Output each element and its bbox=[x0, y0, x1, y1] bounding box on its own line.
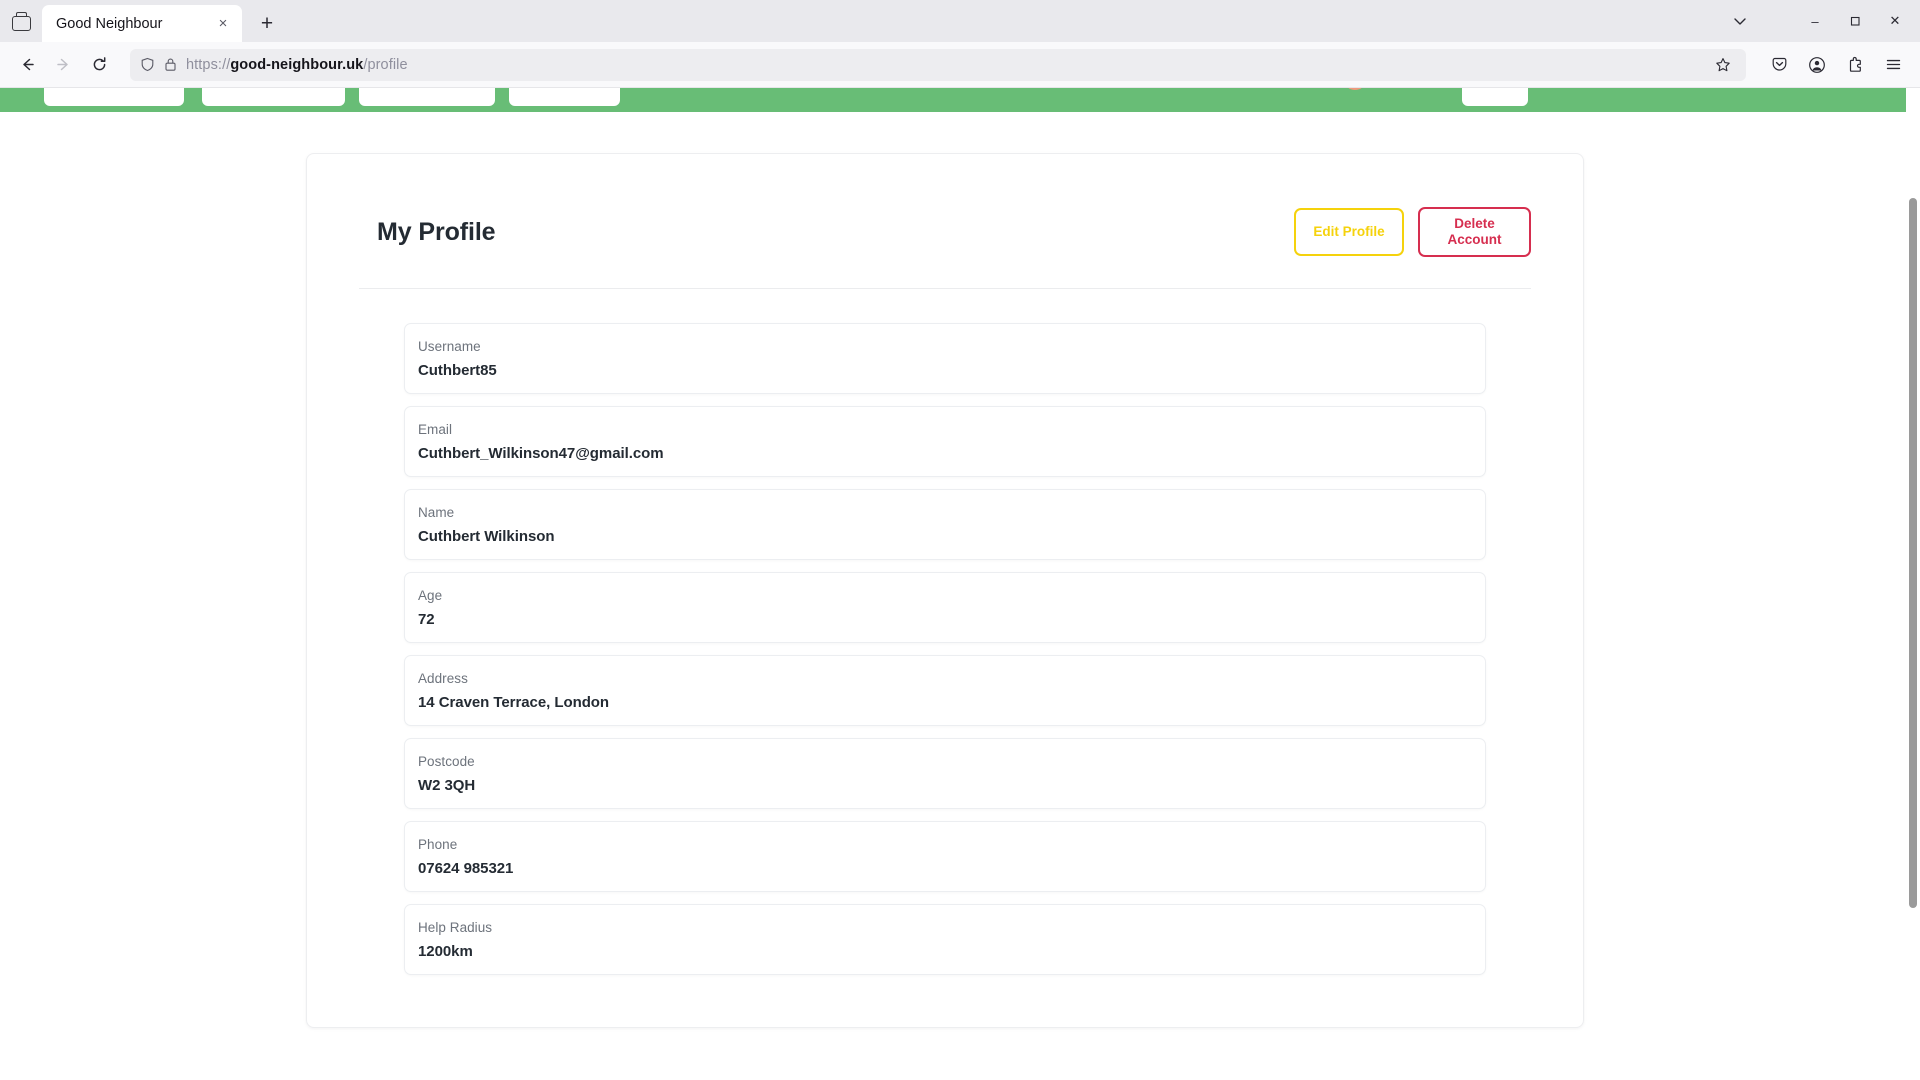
firefox-view-button[interactable] bbox=[0, 0, 42, 42]
field-value: W2 3QH bbox=[418, 777, 476, 794]
browser-window: Good Neighbour × + – ✕ https://good-neig… bbox=[0, 0, 1920, 1080]
tab-title: Good Neighbour bbox=[56, 15, 163, 32]
extensions-icon[interactable] bbox=[1838, 48, 1872, 82]
nav-button-2[interactable] bbox=[202, 88, 345, 106]
nav-button-4[interactable] bbox=[509, 88, 620, 106]
hamburger-menu-icon[interactable] bbox=[1876, 48, 1910, 82]
address-bar[interactable]: https://good-neighbour.uk/profile bbox=[130, 48, 1746, 81]
field-phone: Phone 07624 985321 bbox=[404, 821, 1486, 892]
new-tab-button[interactable]: + bbox=[250, 6, 284, 40]
field-label: Email bbox=[418, 422, 453, 437]
field-label: Name bbox=[418, 505, 455, 520]
field-age: Age 72 bbox=[404, 572, 1486, 643]
back-arrow-icon[interactable] bbox=[10, 48, 44, 82]
reload-icon[interactable] bbox=[82, 48, 116, 82]
url-host: good-neighbour.uk bbox=[230, 56, 364, 73]
field-email: Email Cuthbert_Wilkinson47@gmail.com bbox=[404, 406, 1486, 477]
pocket-icon[interactable] bbox=[1762, 48, 1796, 82]
field-label: Phone bbox=[418, 837, 458, 852]
field-label: Address bbox=[418, 671, 468, 686]
page-title: My Profile bbox=[377, 217, 496, 246]
edit-profile-button[interactable]: Edit Profile bbox=[1294, 208, 1404, 256]
field-value: 72 bbox=[418, 611, 435, 628]
profile-fields: Username Cuthbert85 Email Cuthbert_Wilki… bbox=[357, 323, 1533, 975]
scrollbar-thumb[interactable] bbox=[1909, 198, 1917, 908]
tab-strip: Good Neighbour × + – ✕ bbox=[0, 0, 1920, 42]
profile-card-header: My Profile Edit Profile Delete Account bbox=[357, 207, 1533, 257]
forward-arrow-icon[interactable] bbox=[46, 48, 80, 82]
field-value: Cuthbert85 bbox=[418, 362, 497, 379]
star-icon[interactable] bbox=[1710, 52, 1736, 78]
url-text[interactable]: https://good-neighbour.uk/profile bbox=[186, 57, 1701, 73]
nav-button-1[interactable] bbox=[44, 88, 184, 106]
avatar[interactable] bbox=[1343, 88, 1367, 90]
field-help-radius: Help Radius 1200km bbox=[404, 904, 1486, 975]
page-viewport: My Profile Edit Profile Delete Account U… bbox=[0, 88, 1920, 1080]
shield-icon[interactable] bbox=[140, 57, 155, 72]
chevron-down-icon[interactable] bbox=[1720, 6, 1760, 36]
toolbar-end-buttons bbox=[1762, 48, 1910, 82]
maximize-button[interactable] bbox=[1836, 6, 1874, 36]
firefox-view-icon bbox=[11, 11, 31, 31]
field-address: Address 14 Craven Terrace, London bbox=[404, 655, 1486, 726]
field-postcode: Postcode W2 3QH bbox=[404, 738, 1486, 809]
close-icon[interactable]: × bbox=[212, 13, 234, 35]
padlock-icon bbox=[164, 57, 177, 72]
header-divider bbox=[359, 288, 1531, 289]
field-label: Postcode bbox=[418, 754, 475, 769]
field-value: Cuthbert Wilkinson bbox=[418, 528, 555, 545]
account-icon[interactable] bbox=[1800, 48, 1834, 82]
profile-actions: Edit Profile Delete Account bbox=[1294, 207, 1531, 257]
close-window-button[interactable]: ✕ bbox=[1876, 6, 1914, 36]
nav-button-logout[interactable] bbox=[1462, 88, 1528, 106]
profile-card: My Profile Edit Profile Delete Account U… bbox=[306, 153, 1584, 1028]
field-name: Name Cuthbert Wilkinson bbox=[404, 489, 1486, 560]
field-value: 14 Craven Terrace, London bbox=[418, 694, 610, 711]
field-value: 1200km bbox=[418, 943, 473, 960]
page-scrollbar[interactable] bbox=[1906, 88, 1920, 1080]
browser-tab[interactable]: Good Neighbour × bbox=[42, 5, 242, 42]
page-body: My Profile Edit Profile Delete Account U… bbox=[0, 112, 1920, 1080]
url-scheme: https:// bbox=[186, 56, 231, 73]
field-username: Username Cuthbert85 bbox=[404, 323, 1486, 394]
field-value: Cuthbert_Wilkinson47@gmail.com bbox=[418, 445, 664, 462]
field-label: Age bbox=[418, 588, 443, 603]
field-label: Help Radius bbox=[418, 920, 493, 935]
nav-button-3[interactable] bbox=[359, 88, 495, 106]
field-value: 07624 985321 bbox=[418, 860, 514, 877]
delete-account-button[interactable]: Delete Account bbox=[1418, 207, 1531, 257]
field-label: Username bbox=[418, 339, 481, 354]
minimize-button[interactable]: – bbox=[1796, 6, 1834, 36]
url-path: /profile bbox=[363, 56, 408, 73]
site-navbar bbox=[0, 88, 1920, 112]
navigation-toolbar: https://good-neighbour.uk/profile bbox=[0, 42, 1920, 88]
window-controls: – ✕ bbox=[1720, 6, 1914, 36]
